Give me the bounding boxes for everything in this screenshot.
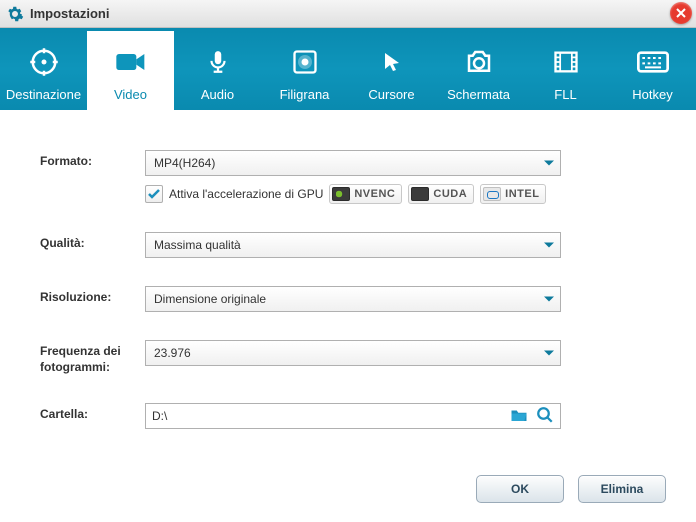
ok-button[interactable]: OK bbox=[476, 475, 564, 503]
tab-filigrana[interactable]: Filigrana bbox=[261, 28, 348, 110]
quality-label: Qualità: bbox=[40, 232, 145, 252]
tab-hotkey[interactable]: Hotkey bbox=[609, 28, 696, 110]
titlebar: Impostazioni bbox=[0, 0, 696, 28]
tab-audio[interactable]: Audio bbox=[174, 28, 261, 110]
framerate-select[interactable]: 23.976 bbox=[145, 340, 561, 366]
tab-fll[interactable]: FLL bbox=[522, 28, 609, 110]
tab-cursore[interactable]: Cursore bbox=[348, 28, 435, 110]
tab-label: Destinazione bbox=[6, 87, 81, 102]
badge-cuda: CUDA bbox=[408, 184, 474, 204]
cancel-button[interactable]: Elimina bbox=[578, 475, 666, 503]
tab-label: Video bbox=[114, 87, 147, 102]
tab-label: Audio bbox=[201, 87, 234, 102]
browse-icon[interactable] bbox=[536, 406, 554, 427]
keyboard-icon bbox=[637, 47, 669, 77]
chevron-down-icon bbox=[544, 351, 554, 356]
tab-schermata[interactable]: Schermata bbox=[435, 28, 522, 110]
resolution-select[interactable]: Dimensione originale bbox=[145, 286, 561, 312]
quality-select[interactable]: Massima qualità bbox=[145, 232, 561, 258]
tab-label: FLL bbox=[554, 87, 576, 102]
folder-label: Cartella: bbox=[40, 403, 145, 423]
dialog-footer: OK Elimina bbox=[0, 467, 696, 519]
tab-label: Cursore bbox=[368, 87, 414, 102]
watermark-icon bbox=[291, 47, 319, 77]
target-icon bbox=[29, 47, 59, 77]
folder-input[interactable]: D:\ bbox=[145, 403, 561, 429]
cursor-icon bbox=[380, 47, 404, 77]
chevron-down-icon bbox=[544, 161, 554, 166]
tab-destinazione[interactable]: Destinazione bbox=[0, 28, 87, 110]
open-folder-icon[interactable] bbox=[510, 407, 528, 426]
framerate-value: 23.976 bbox=[154, 346, 191, 360]
camera-icon bbox=[464, 47, 494, 77]
chevron-down-icon bbox=[544, 243, 554, 248]
quality-value: Massima qualità bbox=[154, 238, 241, 252]
settings-form: Formato: MP4(H264) Attiva l'accelerazion… bbox=[0, 110, 696, 467]
chevron-down-icon bbox=[544, 297, 554, 302]
film-icon bbox=[552, 47, 580, 77]
gpu-accel-label: Attiva l'accelerazione di GPU bbox=[169, 187, 323, 201]
close-button[interactable] bbox=[670, 2, 692, 24]
format-select[interactable]: MP4(H264) bbox=[145, 150, 561, 176]
microphone-icon bbox=[205, 47, 231, 77]
video-icon bbox=[115, 47, 147, 77]
badge-intel: INTEL bbox=[480, 184, 546, 204]
tab-label: Schermata bbox=[447, 87, 510, 102]
gpu-accel-row: Attiva l'accelerazione di GPU NVENC CUDA… bbox=[145, 184, 656, 204]
tab-label: Filigrana bbox=[280, 87, 330, 102]
gear-icon bbox=[6, 5, 24, 23]
gpu-accel-checkbox[interactable] bbox=[145, 185, 163, 203]
framerate-label: Frequenza dei fotogrammi: bbox=[40, 340, 145, 375]
resolution-value: Dimensione originale bbox=[154, 292, 266, 306]
folder-value: D:\ bbox=[152, 409, 510, 423]
tabbar: Destinazione Video Audio Filigrana Curso… bbox=[0, 28, 696, 110]
tab-label: Hotkey bbox=[632, 87, 672, 102]
badge-nvenc: NVENC bbox=[329, 184, 402, 204]
window-title: Impostazioni bbox=[30, 6, 109, 21]
tab-video[interactable]: Video bbox=[87, 28, 174, 110]
format-value: MP4(H264) bbox=[154, 156, 215, 170]
close-icon bbox=[676, 5, 686, 21]
format-label: Formato: bbox=[40, 150, 145, 170]
resolution-label: Risoluzione: bbox=[40, 286, 145, 306]
